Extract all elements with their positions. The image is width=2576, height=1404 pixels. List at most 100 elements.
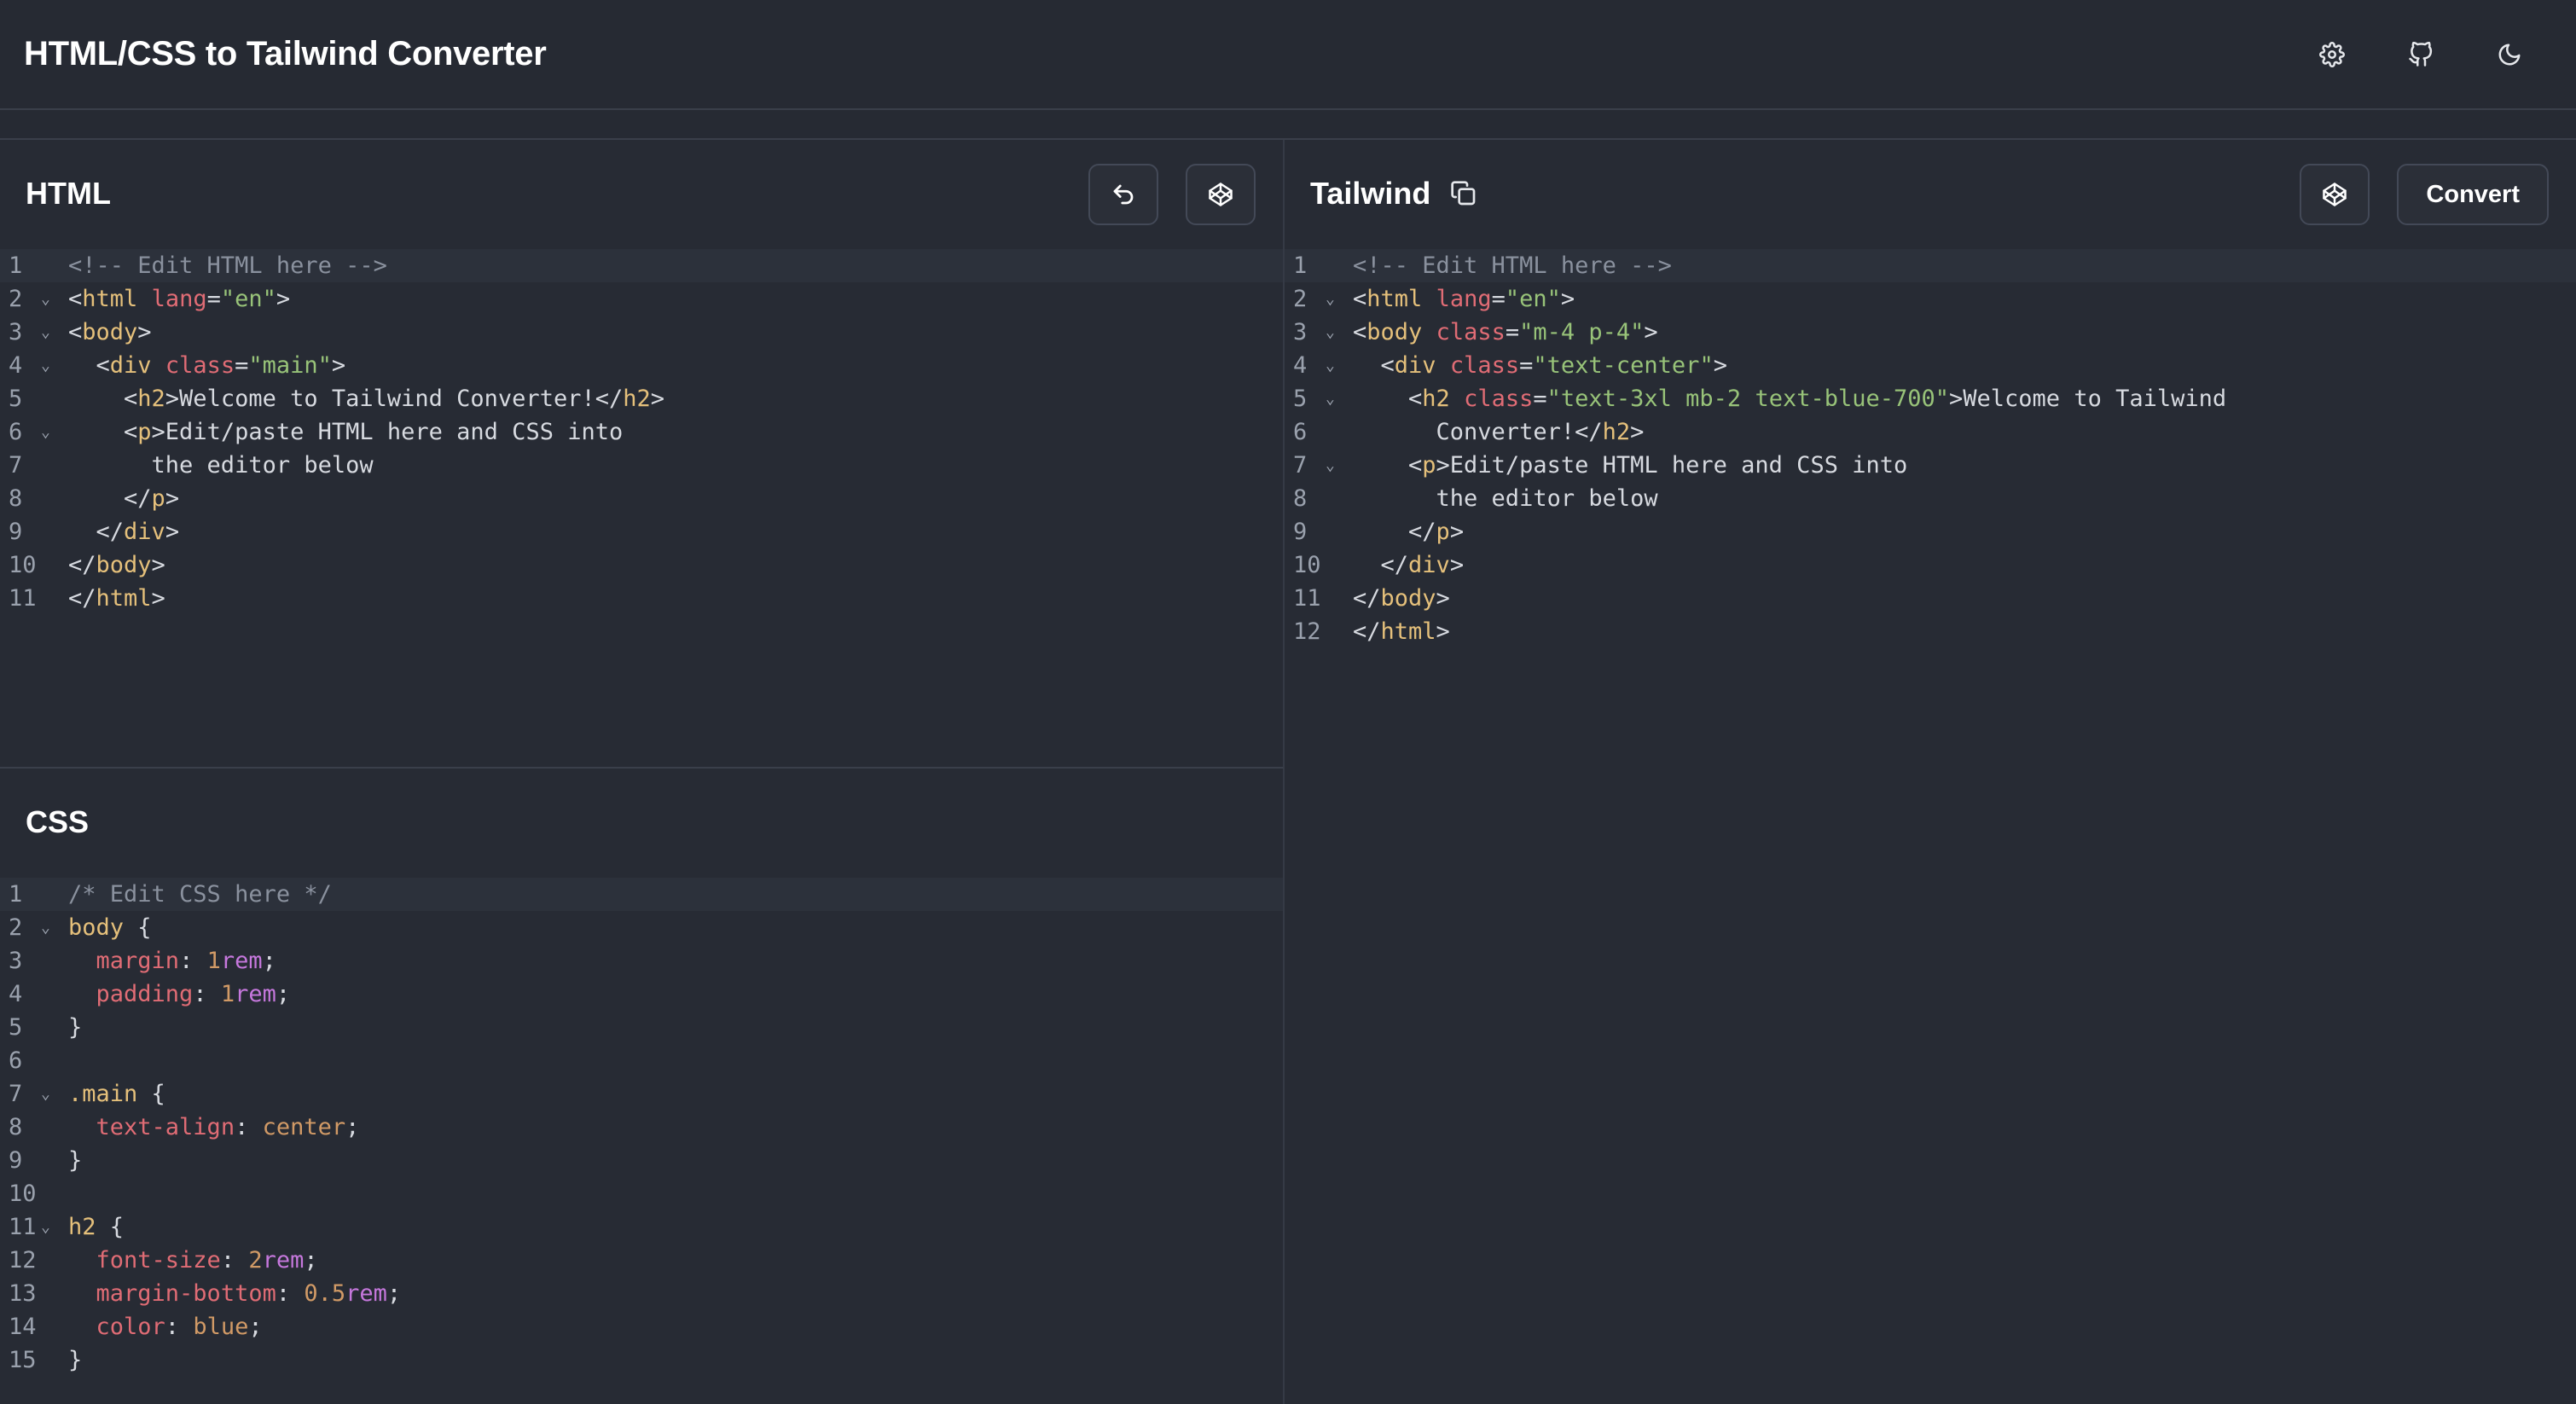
- code-line[interactable]: 12 font-size: 2rem;: [0, 1244, 1283, 1277]
- fold-chevron-icon[interactable]: ⌄: [1326, 382, 1335, 415]
- fold-chevron-icon[interactable]: ⌄: [41, 911, 50, 944]
- convert-button[interactable]: Convert: [2397, 164, 2549, 225]
- css-editor[interactable]: 1/* Edit CSS here */2 ⌄ body {3 margin: 1r…: [0, 878, 1283, 1377]
- code-text: </p>: [68, 482, 179, 515]
- code-token: "m-4 p-4": [1519, 319, 1645, 345]
- code-token: >: [1436, 618, 1450, 645]
- html-editor[interactable]: 1 <!-- Edit HTML here --> 2 ⌄ <html lang="en…: [0, 249, 1283, 615]
- code-token: "en": [220, 286, 276, 312]
- fold-chevron-icon[interactable]: ⌄: [41, 415, 50, 449]
- code-token: body: [96, 552, 152, 578]
- code-line[interactable]: 7 the editor below: [0, 449, 1283, 482]
- code-line[interactable]: 7 ⌄ .main {: [0, 1077, 1283, 1111]
- code-token: class: [1449, 352, 1520, 379]
- code-text: /* Edit CSS here */: [68, 878, 332, 911]
- code-line[interactable]: 9}: [0, 1144, 1283, 1177]
- code-line[interactable]: 11 ⌄ h2 {: [0, 1210, 1283, 1244]
- code-line[interactable]: 11 </body>: [1285, 582, 2576, 615]
- fold-chevron-icon[interactable]: ⌄: [41, 1077, 50, 1111]
- code-token: h2: [137, 386, 165, 412]
- fold-chevron-icon[interactable]: ⌄: [1326, 316, 1335, 349]
- code-line[interactable]: 2 ⌄ <html lang="en">: [0, 282, 1283, 316]
- code-token: >: [151, 585, 165, 612]
- codepen-button[interactable]: [1186, 164, 1256, 225]
- code-token: >: [137, 319, 152, 345]
- line-number: 13: [9, 1280, 37, 1307]
- code-line[interactable]: 10 </body>: [0, 548, 1283, 582]
- code-line[interactable]: 10 </div>: [1285, 548, 2576, 582]
- code-token: </: [1353, 552, 1409, 578]
- code-line[interactable]: 9 </p>: [1285, 515, 2576, 548]
- code-token: ;: [345, 1114, 360, 1140]
- code-line[interactable]: 11 </html>: [0, 582, 1283, 615]
- code-line[interactable]: 3 ⌄ <body class="m-4 p-4">: [1285, 316, 2576, 349]
- line-number: 7 ⌄: [1285, 449, 1353, 482]
- line-number: 7: [9, 452, 23, 479]
- code-token: ;: [248, 1314, 263, 1340]
- code-line[interactable]: 3 margin: 1rem;: [0, 944, 1283, 978]
- code-text: }: [68, 1144, 82, 1177]
- code-line[interactable]: 3 ⌄ <body>: [0, 316, 1283, 349]
- code-line[interactable]: 8 the editor below: [1285, 482, 2576, 515]
- code-line[interactable]: 5 <h2>Welcome to Tailwind Converter!</h2…: [0, 382, 1283, 415]
- fold-chevron-icon[interactable]: ⌄: [1326, 449, 1335, 482]
- code-text: </body>: [68, 548, 165, 582]
- code-token: h2: [1602, 419, 1631, 445]
- gear-icon[interactable]: [2313, 36, 2351, 73]
- code-token: <!-- Edit HTML here -->: [68, 252, 387, 279]
- code-text: the editor below: [68, 449, 374, 482]
- fold-chevron-icon[interactable]: ⌄: [41, 349, 50, 382]
- code-line[interactable]: 2 ⌄ body {: [0, 911, 1283, 944]
- code-line[interactable]: 7 ⌄ <p>Edit/paste HTML here and CSS into: [1285, 449, 2576, 482]
- code-line[interactable]: 13 margin-bottom: 0.5rem;: [0, 1277, 1283, 1310]
- code-line[interactable]: 4 ⌄ <div class="main">: [0, 349, 1283, 382]
- line-number: 9: [9, 519, 23, 545]
- code-line[interactable]: 12 </html>: [1285, 615, 2576, 648]
- fold-chevron-icon[interactable]: ⌄: [41, 282, 50, 316]
- html-pane-actions: [1088, 164, 1256, 225]
- line-number: 8: [9, 1114, 23, 1140]
- app-header: HTML/CSS to Tailwind Converter: [0, 0, 2576, 110]
- code-line[interactable]: 10: [0, 1177, 1283, 1210]
- tailwind-editor[interactable]: 1 <!-- Edit HTML here --> 2 ⌄ <html lang="en…: [1285, 249, 2576, 648]
- fold-chevron-icon[interactable]: ⌄: [41, 316, 50, 349]
- line-number: 5: [9, 386, 23, 412]
- code-line[interactable]: 4 ⌄ <div class="text-center">: [1285, 349, 2576, 382]
- github-icon[interactable]: [2402, 36, 2440, 73]
- code-line[interactable]: 1 <!-- Edit HTML here -->: [1285, 249, 2576, 282]
- css-pane-header: CSS: [0, 769, 1283, 875]
- fold-chevron-icon[interactable]: ⌄: [41, 1210, 50, 1244]
- line-number: 8: [9, 485, 23, 512]
- code-line[interactable]: 1 <!-- Edit HTML here -->: [0, 249, 1283, 282]
- code-line[interactable]: 6 ⌄ <p>Edit/paste HTML here and CSS into: [0, 415, 1283, 449]
- code-line[interactable]: 15}: [0, 1343, 1283, 1377]
- code-line[interactable]: 8 text-align: center;: [0, 1111, 1283, 1144]
- code-text: </p>: [1353, 515, 1464, 548]
- code-line[interactable]: 4 padding: 1rem;: [0, 978, 1283, 1011]
- css-pane-title: CSS: [26, 804, 90, 839]
- code-token: </: [68, 585, 96, 612]
- code-line[interactable]: 5 ⌄ <h2 class="text-3xl mb-2 text-blue-70…: [1285, 382, 2576, 415]
- fold-chevron-icon[interactable]: ⌄: [1326, 282, 1335, 316]
- code-token: </: [1353, 585, 1381, 612]
- code-text: <p>Edit/paste HTML here and CSS into: [68, 415, 623, 449]
- codepen-button[interactable]: [2300, 164, 2370, 225]
- undo-button[interactable]: [1088, 164, 1158, 225]
- code-token: p: [1422, 452, 1436, 479]
- code-text: </html>: [1353, 615, 1450, 648]
- code-line[interactable]: 9 </div>: [0, 515, 1283, 548]
- moon-icon[interactable]: [2491, 36, 2528, 73]
- copy-icon[interactable]: [1449, 179, 1478, 208]
- code-line[interactable]: 2 ⌄ <html lang="en">: [1285, 282, 2576, 316]
- code-token: <: [1353, 452, 1423, 479]
- fold-chevron-icon[interactable]: ⌄: [1326, 349, 1335, 382]
- code-line[interactable]: 8 </p>: [0, 482, 1283, 515]
- code-line[interactable]: 6 Converter!</h2>: [1285, 415, 2576, 449]
- code-token: class: [165, 352, 235, 379]
- code-line[interactable]: 14 color: blue;: [0, 1310, 1283, 1343]
- code-line[interactable]: 5}: [0, 1011, 1283, 1044]
- code-line[interactable]: 6: [0, 1044, 1283, 1077]
- code-line[interactable]: 1 /* Edit CSS here */: [0, 878, 1283, 911]
